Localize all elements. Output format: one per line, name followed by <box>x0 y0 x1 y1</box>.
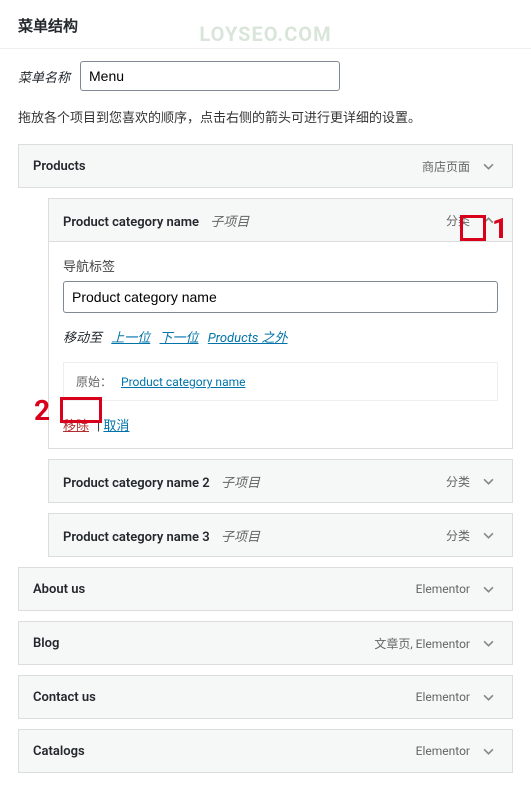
menu-item-bar[interactable]: Contact us Elementor <box>19 676 512 718</box>
title-text: Product category name <box>63 215 199 230</box>
chevron-up-icon[interactable] <box>478 210 498 230</box>
cancel-link[interactable]: 取消 <box>103 419 129 434</box>
menu-item-products[interactable]: Products 商店页面 <box>18 144 513 188</box>
menu-item-bar[interactable]: Product category name 子项目 分类 <box>49 199 512 241</box>
menu-items-list: Products 商店页面 Product category name 子项目 … <box>0 144 531 793</box>
nav-label-input[interactable] <box>63 281 498 313</box>
action-row: 移除| 取消 <box>63 415 498 434</box>
chevron-down-icon[interactable] <box>478 471 498 491</box>
menu-item-title: Product category name 子项目 <box>63 211 249 230</box>
menu-item-type: 文章页, Elementor <box>374 635 470 652</box>
remove-link[interactable]: 移除 <box>63 419 89 434</box>
menu-item-blog[interactable]: Blog 文章页, Elementor <box>18 621 513 665</box>
title-text: Product category name 2 <box>63 476 210 491</box>
menu-name-input[interactable] <box>80 61 340 91</box>
menu-item-bar[interactable]: Product category name 2 子项目 分类 <box>49 460 512 502</box>
menu-item-type: 分类 <box>446 473 470 490</box>
sub-item-label: 子项目 <box>221 476 260 491</box>
chevron-down-icon[interactable] <box>478 741 498 761</box>
chevron-down-icon[interactable] <box>478 687 498 707</box>
menu-item-bar[interactable]: Products 商店页面 <box>19 145 512 187</box>
menu-item-category-1[interactable]: Product category name 子项目 分类 导航标签 移动至 上一… <box>48 198 513 449</box>
section-title: 菜单结构 <box>18 15 513 36</box>
menu-item-type: Elementor <box>416 690 470 704</box>
menu-name-row: 菜单名称 <box>0 49 531 103</box>
nav-label: 导航标签 <box>63 256 498 275</box>
menu-item-contact[interactable]: Contact us Elementor <box>18 675 513 719</box>
menu-item-title: About us <box>33 582 85 597</box>
menu-item-type: Elementor <box>416 582 470 596</box>
menu-item-title: Contact us <box>33 690 96 705</box>
chevron-down-icon[interactable] <box>478 156 498 176</box>
move-up-link[interactable]: 上一位 <box>111 331 150 346</box>
move-row: 移动至 上一位 下一位 Products 之外 <box>63 327 498 346</box>
menu-item-category-2[interactable]: Product category name 2 子项目 分类 <box>48 459 513 503</box>
menu-item-type: 商店页面 <box>422 158 470 175</box>
move-out-link[interactable]: Products 之外 <box>208 331 288 346</box>
sub-item-label: 子项目 <box>210 215 249 230</box>
instructions-text: 拖放各个项目到您喜欢的顺序，点击右侧的箭头可进行更详细的设置。 <box>0 103 531 144</box>
menu-item-about[interactable]: About us Elementor <box>18 567 513 611</box>
chevron-down-icon[interactable] <box>478 633 498 653</box>
sub-item-label: 子项目 <box>221 530 260 545</box>
menu-item-bar[interactable]: Product category name 3 子项目 分类 <box>49 514 512 556</box>
menu-item-type: 分类 <box>446 527 470 544</box>
original-row: 原始： Product category name <box>63 362 498 401</box>
menu-item-catalogs[interactable]: Catalogs Elementor <box>18 729 513 773</box>
title-text: Product category name 3 <box>63 530 210 545</box>
move-down-link[interactable]: 下一位 <box>160 331 199 346</box>
menu-item-title: Blog <box>33 636 59 651</box>
original-link[interactable]: Product category name <box>121 375 245 389</box>
menu-item-settings: 导航标签 移动至 上一位 下一位 Products 之外 原始： Product… <box>49 241 512 448</box>
menu-item-bar[interactable]: About us Elementor <box>19 568 512 610</box>
original-label: 原始： <box>76 375 112 389</box>
menu-item-title: Product category name 2 子项目 <box>63 472 260 491</box>
section-header: 菜单结构 <box>0 0 531 49</box>
menu-item-category-3[interactable]: Product category name 3 子项目 分类 <box>48 513 513 557</box>
menu-item-type: Elementor <box>416 744 470 758</box>
chevron-down-icon[interactable] <box>478 579 498 599</box>
menu-name-label: 菜单名称 <box>18 67 70 86</box>
menu-item-title: Product category name 3 子项目 <box>63 526 260 545</box>
chevron-down-icon[interactable] <box>478 525 498 545</box>
menu-item-bar[interactable]: Catalogs Elementor <box>19 730 512 772</box>
menu-item-type: 分类 <box>446 212 470 229</box>
menu-item-bar[interactable]: Blog 文章页, Elementor <box>19 622 512 664</box>
menu-item-title: Products <box>33 159 86 174</box>
move-label: 移动至 <box>63 331 102 346</box>
